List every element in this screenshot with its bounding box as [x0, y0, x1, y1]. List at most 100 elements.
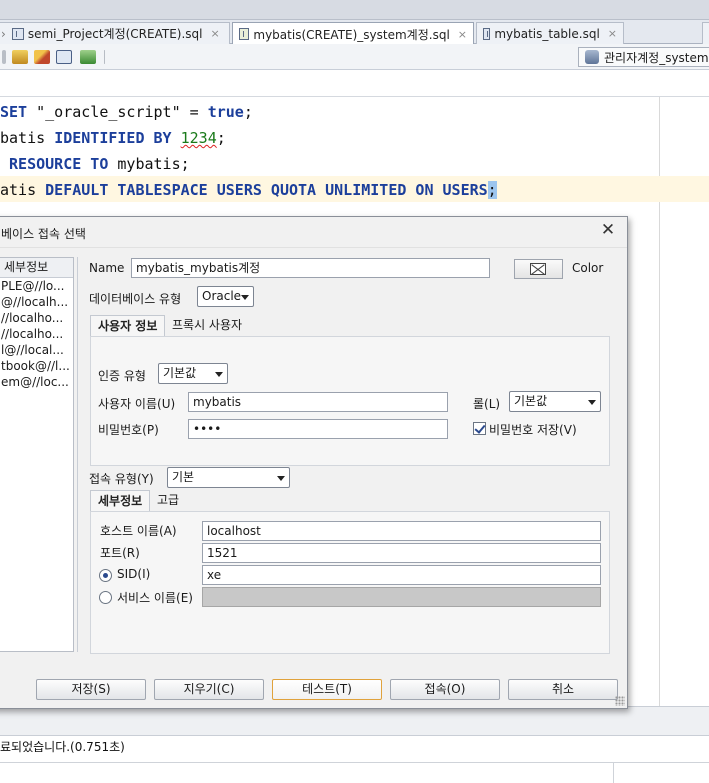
db-type-label: 데이터베이스 유형: [89, 292, 182, 306]
keyword: IDENTIFIED BY: [54, 129, 172, 147]
connection-selector[interactable]: 관리자계정_system: [578, 47, 709, 67]
db-type-select[interactable]: Oracle: [197, 286, 254, 307]
sid-radio[interactable]: [99, 569, 112, 582]
close-icon[interactable]: ×: [210, 27, 219, 40]
chevron-down-icon: [241, 295, 249, 300]
sql-file-icon: [11, 27, 24, 40]
code-text: batis: [0, 129, 55, 147]
tab-semi-project-sql[interactable]: › semi_Project계정(CREATE).sql ×: [0, 22, 230, 44]
tab-mybatis-system-sql[interactable]: mybatis(CREATE)_system계정.sql ×: [232, 22, 474, 45]
auth-type-select[interactable]: 기본값: [158, 363, 228, 384]
save-password-label: 비밀번호 저장(V): [489, 423, 577, 437]
panel-separator: [0, 706, 709, 736]
list-item[interactable]: em@//loc...: [0, 374, 73, 390]
connect-button[interactable]: 접속(O): [390, 679, 500, 700]
eraser-icon[interactable]: [34, 50, 50, 64]
code-text: atis: [0, 181, 46, 199]
keyword: SET: [0, 103, 28, 121]
cancel-button[interactable]: 취소: [508, 679, 618, 700]
chevron-down-icon: [215, 372, 223, 377]
password-field[interactable]: ••••: [188, 419, 448, 439]
tab-user-info[interactable]: 사용자 정보: [90, 315, 166, 337]
save-password-checkbox[interactable]: [473, 422, 486, 435]
dialog-title: 베이스 접속 선택: [1, 227, 86, 241]
hostname-field[interactable]: localhost: [202, 521, 601, 541]
save-button[interactable]: 저장(S): [36, 679, 146, 700]
sql-file-icon: [239, 28, 250, 40]
divider: [0, 762, 709, 763]
code-line-1: SET "_oracle_script" = true;: [0, 103, 253, 121]
connection-label: 관리자계정_system: [604, 50, 709, 65]
tab-scroll-icon: ›: [1, 26, 6, 41]
tab-overflow[interactable]: [702, 22, 709, 44]
keyword: true: [207, 103, 244, 121]
conn-type-label: 접속 유형(Y): [89, 472, 154, 486]
editor-tab-bar: › semi_Project계정(CREATE).sql × mybatis(C…: [0, 20, 709, 45]
window-top-strip: [0, 0, 709, 20]
divider: [613, 762, 614, 783]
list-item[interactable]: @//localh...: [0, 294, 73, 310]
resize-grip[interactable]: [615, 696, 625, 706]
chevron-down-icon: [277, 476, 285, 481]
conn-type-select[interactable]: 기본: [167, 467, 290, 488]
list-item[interactable]: //localho...: [0, 326, 73, 342]
tab-label: mybatis(CREATE)_system계정.sql: [253, 27, 450, 42]
list-item[interactable]: PLE@//lo...: [0, 278, 73, 294]
toolbar-grip-icon: [2, 50, 6, 64]
code-text: mybatis;: [108, 155, 190, 173]
db-type-value: Oracle: [202, 289, 242, 303]
color-button[interactable]: [514, 259, 563, 279]
keyword: DEFAULT TABLESPACE USERS QUOTA UNLIMITED…: [45, 181, 488, 199]
list-header[interactable]: 세부정보: [0, 258, 73, 278]
clear-button[interactable]: 지우기(C): [154, 679, 264, 700]
selected-text: ;: [487, 181, 497, 199]
code-text: ;: [216, 129, 226, 147]
tab-mybatis-table-sql[interactable]: mybatis_table.sql ×: [476, 22, 624, 44]
close-icon[interactable]: ×: [608, 27, 617, 40]
sql-file-icon: [483, 27, 491, 40]
name-field[interactable]: mybatis_mybatis계정: [131, 258, 490, 278]
chevron-down-icon: [588, 400, 596, 405]
tab-advanced[interactable]: 고급: [150, 490, 186, 512]
service-name-field: [202, 587, 601, 607]
role-value: 기본값: [514, 394, 548, 408]
splitter[interactable]: [77, 257, 80, 652]
service-name-radio[interactable]: [99, 591, 112, 604]
test-button[interactable]: 테스트(T): [272, 679, 382, 700]
list-item[interactable]: //localho...: [0, 310, 73, 326]
username-field[interactable]: mybatis: [188, 392, 448, 412]
name-label: Name: [89, 261, 125, 275]
toolbar-divider: [104, 50, 105, 64]
close-icon[interactable]: ✕: [599, 221, 617, 239]
list-item[interactable]: l@//local...: [0, 342, 73, 358]
port-label: 포트(R): [100, 546, 140, 560]
database-icon: [585, 50, 599, 64]
role-select[interactable]: 기본값: [509, 391, 601, 412]
sid-field[interactable]: xe: [202, 565, 601, 585]
close-icon[interactable]: ×: [458, 28, 467, 41]
code-line-4: atis DEFAULT TABLESPACE USERS QUOTA UNLI…: [0, 181, 497, 199]
connection-list[interactable]: 세부정보 PLE@//lo... @//localh... //localho.…: [0, 257, 74, 652]
connection-dialog: 베이스 접속 선택 ✕ 세부정보 PLE@//lo... @//localh..…: [0, 216, 628, 709]
password-label: 비밀번호(P): [98, 423, 159, 437]
code-text: ;: [243, 103, 253, 121]
conn-type-value: 기본: [172, 470, 195, 484]
sid-label: SID(I): [117, 567, 151, 581]
number-literal: 1234: [180, 129, 217, 147]
code-line-2: batis IDENTIFIED BY 1234;: [0, 129, 226, 147]
role-label: 롤(L): [473, 397, 501, 411]
tab-label: semi_Project계정(CREATE).sql: [27, 27, 203, 41]
tab-proxy-user[interactable]: 프록시 사용자: [165, 315, 249, 337]
hostname-label: 호스트 이름(A): [100, 524, 177, 538]
service-name-label: 서비스 이름(E): [117, 591, 193, 605]
sql-tuning-icon[interactable]: [12, 50, 28, 64]
port-field[interactable]: 1521: [202, 543, 601, 563]
tab-details[interactable]: 세부정보: [90, 490, 151, 512]
code-text: "_oracle_script" =: [27, 103, 208, 121]
status-message: 료되었습니다.(0.751초): [0, 740, 125, 754]
explain-plan-icon[interactable]: [56, 50, 72, 64]
divider: [0, 247, 627, 248]
list-item[interactable]: tbook@//l...: [0, 358, 73, 374]
format-icon[interactable]: [80, 50, 96, 64]
username-label: 사용자 이름(U): [98, 397, 176, 411]
